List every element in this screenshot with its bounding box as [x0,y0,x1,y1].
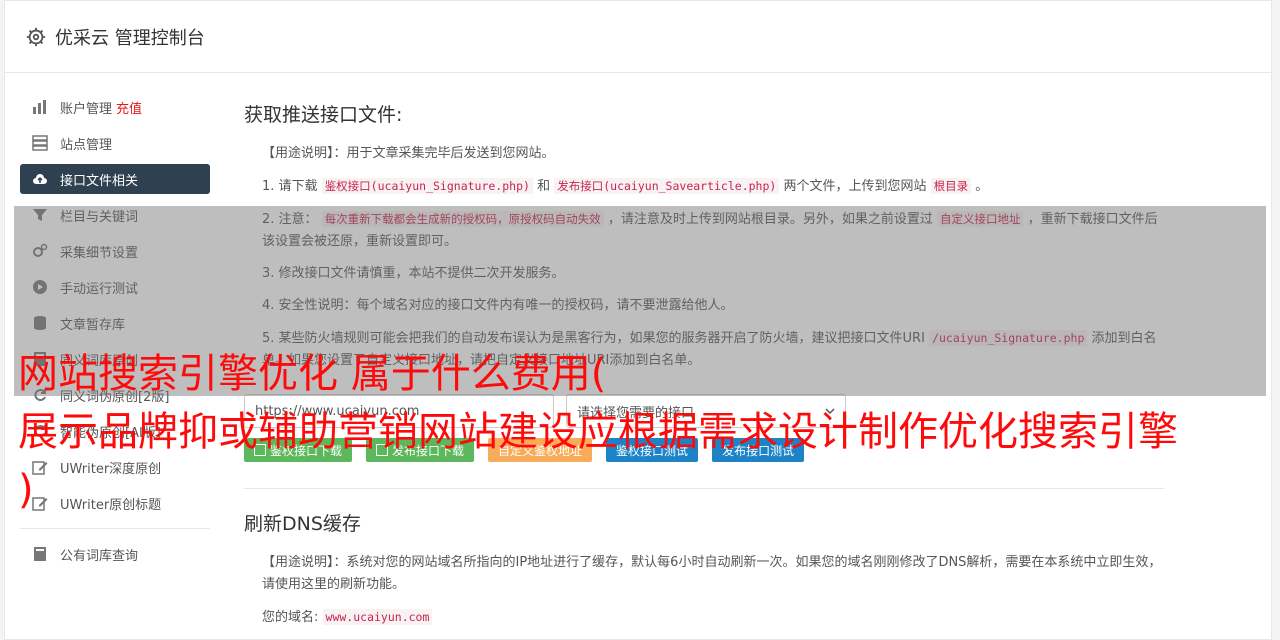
dns-usage-note: 【用途说明】：系统对您的网站域名所指向的IP地址进行了缓存，默认每6小时自动刷新… [262,555,1162,592]
sidebar-item-label: UWriter原创标题 [60,497,162,513]
step-text: 和 [537,179,551,194]
domain-label: 您的域名: [262,610,319,625]
book-icon [34,547,46,561]
usage-note: 【用途说明】：用于文章采集完毕后发送到您网站。 [262,146,555,161]
sidebar-item-uwriter-title[interactable]: UWriter原创标题 [20,488,210,518]
page-title: 优采云 管理控制台 [55,27,205,49]
step-1: 1. 请下载 鉴权接口(ucaiyun_Signature.php) 和 发布接… [262,175,1164,198]
gear-icon [26,27,46,46]
section-title-dns: 刷新DNS缓存 [244,513,361,535]
sidebar-item-account[interactable]: 账户管理 充值 [20,92,210,122]
code-signature: 鉴权接口(ucaiyun_Signature.php) [321,178,533,194]
overlay-text-line-2: 展示品牌抑或辅助营销网站建设应根据需求设计制作优化搜索引擎 [18,409,1178,455]
recharge-link[interactable]: 充值 [116,98,142,117]
bar-chart-icon [33,100,46,114]
section-title-interface: 获取推送接口文件: [244,104,403,126]
domain-row: 您的域名: www.ucaiyun.com [262,606,1164,629]
sidebar-item-label: 公有词库查询 [60,548,139,564]
code-savearticle: 发布接口(ucaiyun_Savearticle.php) [554,178,780,194]
sidebar-item-interface-files[interactable]: 接口文件相关 [20,164,210,194]
edit-icon [32,461,48,475]
sidebar-item-label: 接口文件相关 [60,173,139,189]
section-divider [244,488,1164,489]
overlay-text-line-3: ) [18,467,34,513]
cloud-upload-icon [33,174,47,184]
sidebar-item-sites[interactable]: 站点管理 [20,128,210,158]
sidebar-divider [20,528,210,529]
sidebar-item-public-lexicon[interactable]: 公有词库查询 [20,539,210,569]
edit-icon [32,497,48,511]
overlay-text-line-1: 网站搜索引擎优化 属于什么费用( [18,351,607,397]
server-icon [32,135,48,151]
topbar: 优采云 管理控制台 [5,1,1271,73]
step-text: 。 [975,179,989,194]
step-text: 1. 请下载 [262,179,318,194]
code-root: 根目录 [930,178,972,194]
sidebar-item-label: 账户管理 [60,101,113,117]
step-text: 两个文件，上传到您网站 [783,179,927,194]
domain-value: www.ucaiyun.com [322,609,433,625]
sidebar-item-label: UWriter深度原创 [60,461,162,477]
sidebar-item-label: 站点管理 [60,137,113,153]
